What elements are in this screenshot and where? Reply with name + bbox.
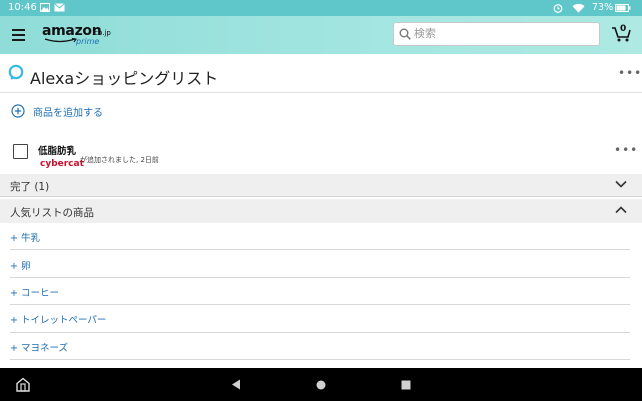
amazon-logo[interactable]: amazon .co.jp prime (42, 21, 112, 49)
divider (10, 332, 630, 333)
home-icon[interactable] (316, 380, 326, 390)
menu-icon[interactable] (12, 29, 25, 44)
mail-notification-icon (54, 3, 65, 12)
item-options-icon[interactable]: ••• (614, 143, 638, 157)
list-options-icon[interactable]: ••• (618, 66, 642, 80)
smile-arrow-icon (44, 38, 77, 43)
cart-button[interactable]: 0 (611, 24, 633, 45)
divider (10, 277, 630, 278)
popular-item[interactable]: + マヨネーズ (10, 340, 68, 354)
popular-label: 人気リストの商品 (10, 207, 94, 219)
completed-section-header[interactable]: 完了 (1) (0, 174, 642, 196)
item-name: 低脂肪乳 (38, 146, 77, 157)
logo-suffix: .co.jp (92, 29, 111, 37)
cart-count: 0 (620, 24, 627, 34)
popular-item[interactable]: + コーヒー (10, 285, 59, 299)
divider (0, 196, 642, 197)
popular-section-header[interactable]: 人気リストの商品 (0, 199, 642, 223)
alarm-icon (553, 3, 563, 13)
status-bar: 10:46 73% (0, 0, 642, 16)
gallery-notification-icon (40, 3, 50, 12)
chevron-down-icon (615, 180, 627, 188)
divider (10, 249, 630, 250)
popular-item[interactable]: + 卵 (10, 258, 30, 272)
home-kids-icon[interactable] (16, 377, 30, 392)
add-item-button[interactable]: 商品を追加する (11, 103, 121, 119)
item-checkbox[interactable] (13, 144, 28, 159)
popular-item[interactable]: + 牛乳 (10, 230, 40, 244)
system-nav-bar (0, 368, 642, 401)
back-icon[interactable] (231, 379, 241, 390)
item-added-by: cybercat (40, 159, 84, 169)
item-meta: が追加されました, 2日前 (80, 156, 159, 164)
search-input[interactable] (414, 27, 584, 40)
add-item-label: 商品を追加する (33, 108, 103, 119)
recents-icon[interactable] (401, 380, 411, 390)
divider (10, 359, 630, 360)
popular-item[interactable]: + トイレットペーパー (10, 312, 106, 326)
divider (10, 304, 630, 305)
logo-prime: prime (76, 37, 100, 46)
battery-percent: 73% (592, 2, 614, 13)
alexa-icon (8, 64, 24, 80)
page-title: Alexaショッピングリスト (30, 69, 219, 88)
status-time: 10:46 (8, 2, 37, 13)
completed-label: 完了 (1) (10, 181, 50, 193)
battery-icon (615, 4, 631, 15)
divider (0, 92, 642, 93)
search-bar[interactable] (393, 22, 600, 46)
wifi-icon (572, 3, 585, 13)
list-item: 低脂肪乳 cybercat が追加されました, 2日前 ••• (0, 140, 642, 172)
chevron-up-icon (615, 206, 627, 214)
search-icon (399, 28, 411, 40)
add-circle-icon (11, 104, 25, 118)
